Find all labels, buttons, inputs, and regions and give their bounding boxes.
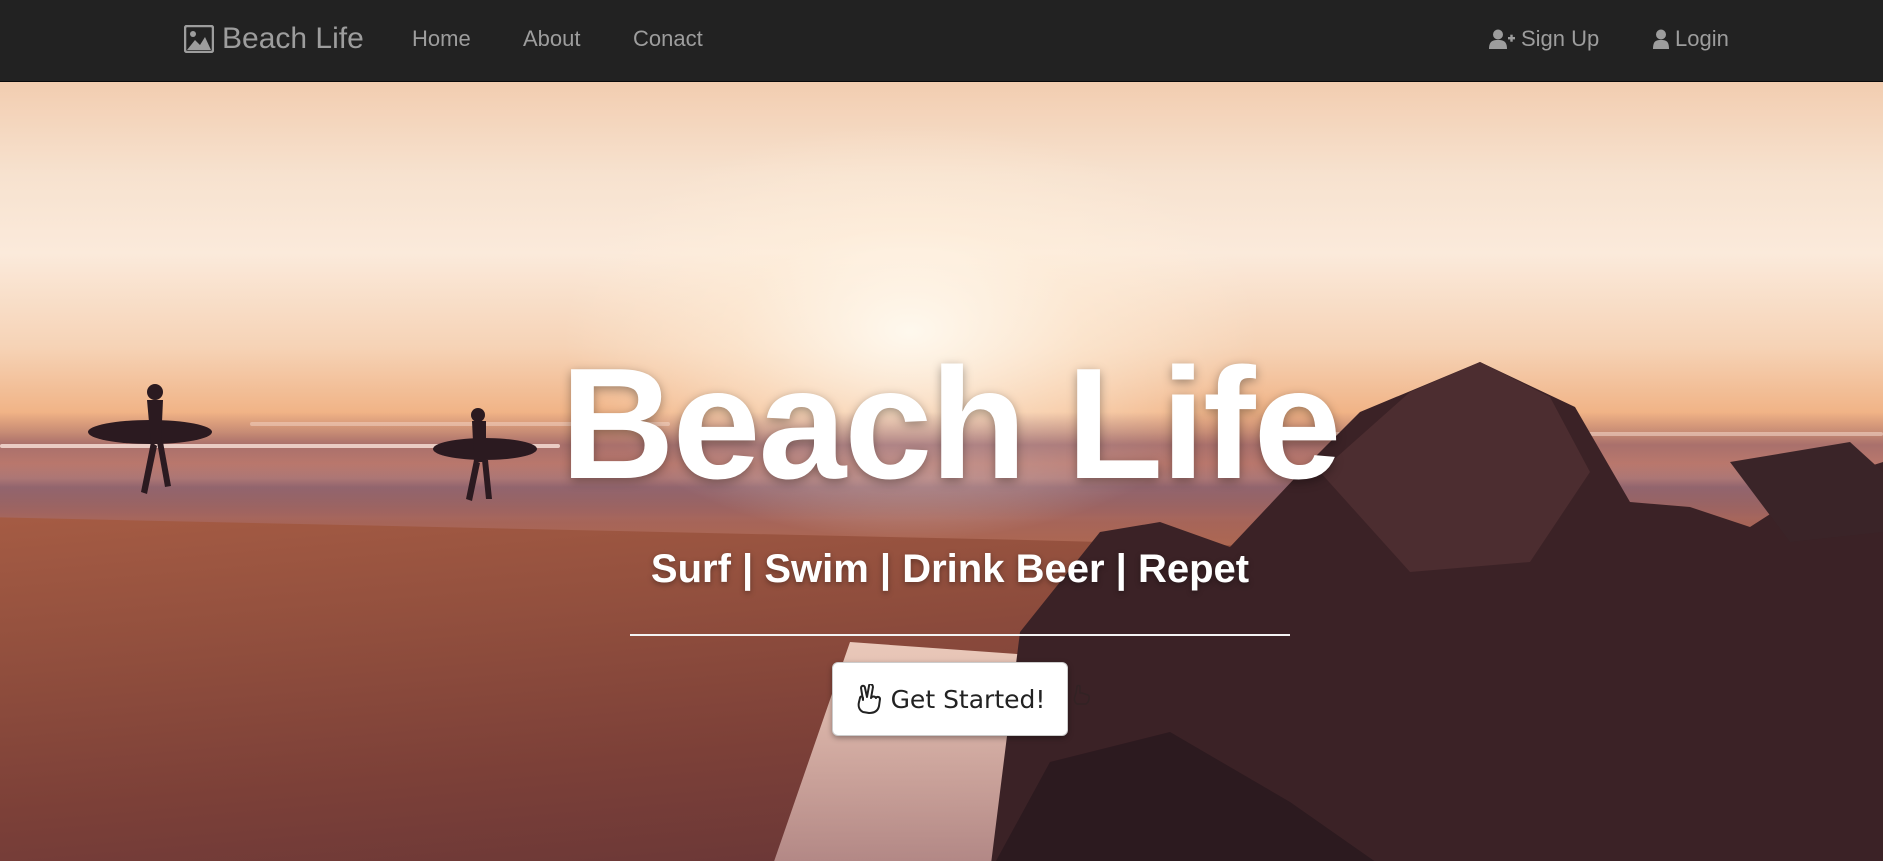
user-icon [1653,29,1669,49]
get-started-button[interactable]: Get Started! [832,662,1068,736]
nav-link-sign-up[interactable]: Sign Up [1489,26,1599,52]
user-plus-icon [1489,29,1515,49]
hero-subtitle: Surf | Swim | Drink Beer | Repet [650,547,1250,591]
hand-peace-icon [855,684,883,714]
nav-link-about[interactable]: About [523,26,581,52]
brand-link[interactable]: Beach Life [184,22,364,56]
hero-section: Beach Life Surf | Swim | Drink Beer | Re… [0,82,1883,861]
nav-link-home[interactable]: Home [412,26,471,52]
get-started-label: Get Started! [890,684,1046,714]
hero-divider [630,634,1290,636]
nav-link-contact[interactable]: Conact [633,26,703,52]
picture-icon [184,25,214,53]
login-label: Login [1675,26,1729,51]
sign-up-label: Sign Up [1521,26,1600,51]
nav-link-login[interactable]: Login [1653,26,1729,52]
brand-label: Beach Life [222,22,364,55]
hero-title: Beach Life [560,336,1341,512]
pointer-cursor-icon [1073,684,1090,705]
top-navbar: Beach Life Home About Conact Sign Up Log… [0,0,1883,82]
